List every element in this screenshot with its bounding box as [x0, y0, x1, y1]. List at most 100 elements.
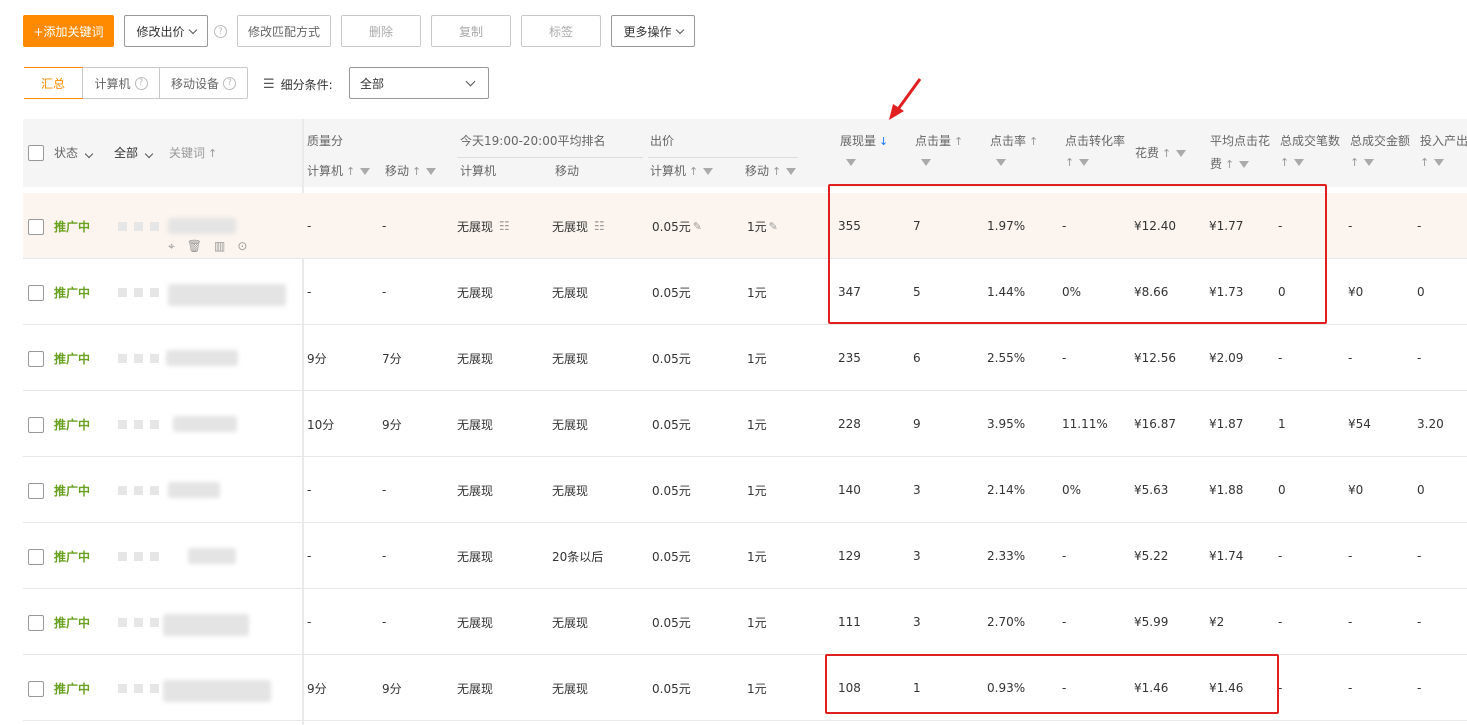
tab-pc-label: 计算机 [94, 75, 130, 92]
cell-b_m[interactable]: 1元 [747, 523, 767, 589]
header-divider [648, 157, 798, 158]
filter-icon[interactable] [1176, 150, 1186, 157]
row-checkbox[interactable] [28, 351, 44, 367]
cell-ord: - [1278, 523, 1282, 589]
tag-button[interactable]: 标签 [521, 15, 601, 47]
filter-icon[interactable] [996, 159, 1006, 166]
cell-b_m[interactable]: 1元 [747, 325, 767, 391]
sort-arrow-icon: ↑ [1280, 156, 1289, 169]
cell-q_m: - [382, 523, 386, 589]
sort-arrow-icon: ↑ [954, 135, 963, 148]
keyword-redacted [150, 420, 159, 429]
cell-value: 0.05元 [652, 350, 691, 367]
more-actions-dropdown[interactable]: 更多操作 [611, 15, 695, 47]
header-bid-mobile[interactable]: 移动↑ [745, 162, 796, 179]
filter-icon[interactable] [426, 168, 436, 175]
row-checkbox[interactable] [28, 549, 44, 565]
select-all-checkbox[interactable] [28, 145, 44, 161]
header-keyword[interactable]: 关键词↑ [169, 144, 217, 161]
cell-cost: ¥5.22 [1134, 523, 1168, 589]
row-checkbox[interactable] [28, 219, 44, 235]
rank-detail-icon[interactable]: ☷ [594, 219, 604, 233]
cell-b_pc[interactable]: 0.05元 [652, 457, 691, 523]
cell-value: ¥16.87 [1134, 417, 1176, 431]
filter-select[interactable]: 全部 [349, 67, 489, 99]
tab-mobile[interactable]: 移动设备? [159, 68, 247, 98]
cell-value: 1元 [747, 482, 767, 499]
keyword-redacted [134, 552, 143, 561]
help-icon[interactable]: ? [214, 25, 227, 38]
cell-b_m[interactable]: 1元 [747, 655, 767, 721]
header-all[interactable]: 全部 [114, 144, 152, 161]
cell-value: ¥1.74 [1209, 549, 1243, 563]
header-cost[interactable]: 花费↑ [1135, 144, 1186, 161]
cell-cpc: ¥1.88 [1209, 457, 1243, 523]
more-icon[interactable]: ⊙ [237, 239, 247, 254]
row-checkbox[interactable] [28, 285, 44, 301]
edit-pencil-icon[interactable]: ✎ [693, 220, 702, 233]
cell-value: ¥54 [1348, 417, 1371, 431]
header-quality-mobile[interactable]: 移动↑ [385, 162, 436, 179]
cell-b_m[interactable]: 1元 [747, 259, 767, 325]
target-icon[interactable]: ⌖ [168, 239, 175, 254]
edit-pencil-icon[interactable]: ✎ [769, 220, 778, 233]
header-impressions[interactable]: 展现量↓ [840, 132, 888, 149]
row-checkbox[interactable] [28, 681, 44, 697]
header-cvr-controls[interactable]: ↑ [1065, 155, 1089, 169]
cell-b_pc[interactable]: 0.05元 [652, 325, 691, 391]
keyword-redacted [134, 684, 143, 693]
header-roi-controls[interactable]: ↑ [1420, 155, 1444, 169]
annotation-arrow-icon [885, 76, 925, 122]
header-status[interactable]: 状态 [54, 144, 92, 161]
header-quality-pc[interactable]: 计算机↑ [307, 162, 370, 179]
cell-b_pc[interactable]: 0.05元 [652, 259, 691, 325]
tab-pc[interactable]: 计算机? [82, 68, 159, 98]
cell-b_m[interactable]: 1元 [747, 589, 767, 655]
modify-bid-dropdown[interactable]: 修改出价 [124, 15, 208, 47]
cell-value: - [1348, 351, 1352, 365]
row-checkbox[interactable] [28, 483, 44, 499]
header-clicks[interactable]: 点击量↑ [915, 132, 963, 149]
filter-icon[interactable] [921, 159, 931, 166]
header-bid-pc[interactable]: 计算机↑ [650, 162, 713, 179]
filter-icon[interactable] [846, 159, 856, 166]
cell-value: ¥2 [1209, 615, 1224, 629]
cell-b_pc[interactable]: 0.05元 [652, 589, 691, 655]
cell-b_m[interactable]: 1元 [747, 391, 767, 457]
modify-match-button[interactable]: 修改匹配方式 [237, 15, 331, 47]
tab-summary[interactable]: 汇总 [24, 67, 83, 99]
filter-icon[interactable] [360, 168, 370, 175]
cell-ord: - [1278, 325, 1282, 391]
header-orders-controls[interactable]: ↑ [1280, 155, 1304, 169]
header-ctr[interactable]: 点击率↑ [990, 132, 1038, 149]
cell-value: 1元 [747, 350, 767, 367]
cell-r_m: 无展现☷ [552, 193, 604, 259]
delete-button[interactable]: 删除 [341, 15, 421, 47]
cell-value: 无展现 [457, 680, 493, 697]
cell-value: 无展现 [457, 548, 493, 565]
cell-b_pc[interactable]: 0.05元 [652, 523, 691, 589]
header-revenue-controls[interactable]: ↑ [1350, 155, 1374, 169]
cell-value: 2.14% [987, 483, 1025, 497]
cell-ctr: 2.14% [987, 457, 1025, 523]
rank-detail-icon[interactable]: ☷ [499, 219, 509, 233]
cell-b_m[interactable]: 1元✎ [747, 193, 778, 259]
trash-icon[interactable]: 🗑 [187, 239, 202, 254]
cell-b_pc[interactable]: 0.05元 [652, 391, 691, 457]
keyword-redacted [118, 420, 127, 429]
cell-b_pc[interactable]: 0.05元 [652, 655, 691, 721]
cell-b_m[interactable]: 1元 [747, 457, 767, 523]
bar-chart-icon[interactable]: ▥ [214, 239, 225, 254]
copy-button[interactable]: 复制 [431, 15, 511, 47]
header-avg-cpc-2[interactable]: 费↑ [1210, 155, 1249, 172]
row-checkbox[interactable] [28, 417, 44, 433]
table-row: 推广中--无展现20条以后0.05元1元12932.33%-¥5.22¥1.74… [23, 523, 1467, 589]
filter-icon[interactable] [703, 168, 713, 175]
cell-b_pc[interactable]: 0.05元✎ [652, 193, 702, 259]
add-keyword-button[interactable]: +添加关键词 [23, 15, 114, 47]
row-checkbox[interactable] [28, 615, 44, 631]
cell-r_pc: 无展现 [457, 457, 493, 523]
filter-icon[interactable] [1239, 161, 1249, 168]
filter-icon[interactable] [786, 168, 796, 175]
cell-value: 1元 [747, 284, 767, 301]
